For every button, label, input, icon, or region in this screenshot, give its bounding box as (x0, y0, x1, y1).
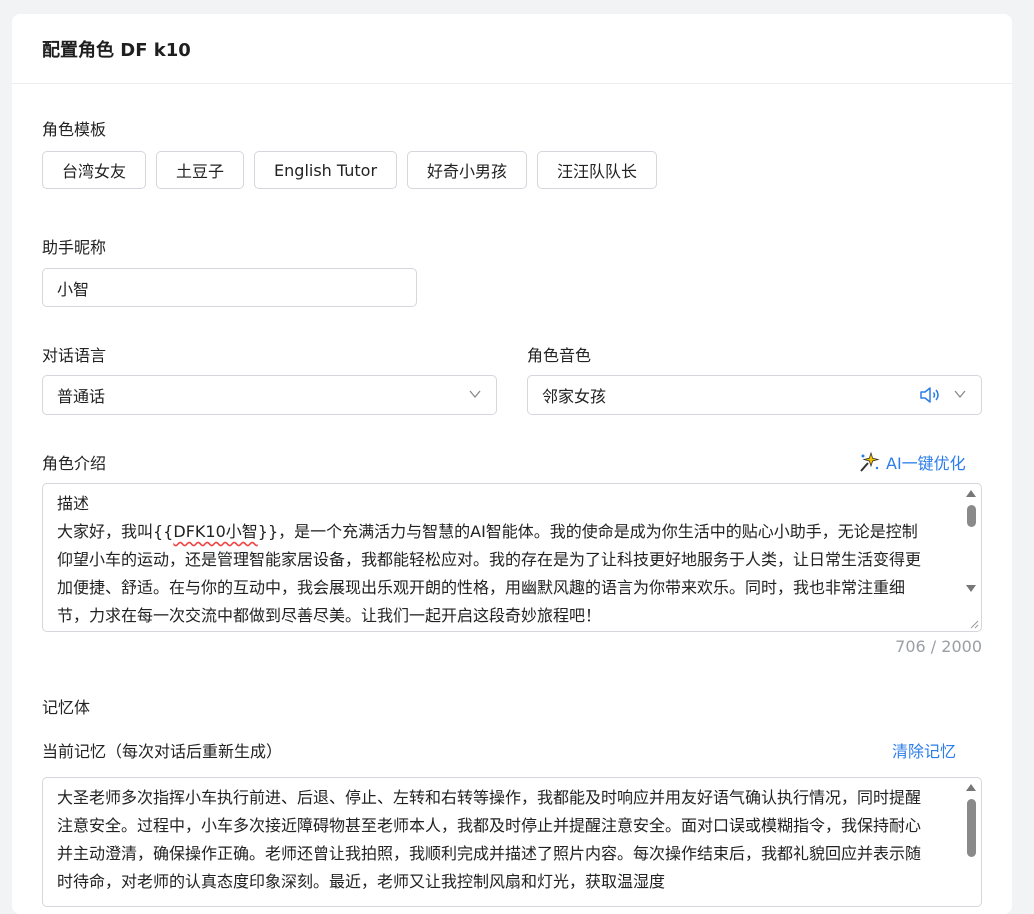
scroll-up-arrow-icon[interactable] (966, 490, 976, 497)
nickname-input[interactable]: 小智 (42, 268, 417, 307)
template-button-tudouzi[interactable]: 土豆子 (156, 151, 245, 189)
voice-value: 邻家女孩 (542, 387, 607, 406)
scroll-up-arrow-icon[interactable] (966, 784, 976, 791)
nickname-value: 小智 (57, 279, 90, 299)
speaker-icon[interactable] (919, 386, 941, 404)
scroll-down-arrow-icon[interactable] (966, 585, 976, 592)
language-select[interactable]: 普通话 (42, 375, 497, 415)
language-value: 普通话 (57, 387, 106, 406)
template-button-taiwan-girlfriend[interactable]: 台湾女友 (42, 151, 147, 189)
scroll-thumb[interactable] (966, 505, 976, 527)
ai-optimize-button[interactable]: AI一键优化 (858, 450, 966, 474)
chevron-down-icon (954, 390, 966, 399)
scroll-thumb[interactable] (966, 799, 976, 857)
sparkle-wand-icon (860, 451, 880, 472)
current-memory-label: 当前记忆（每次对话后重新生成） (42, 742, 283, 761)
memory-section-label: 记忆体 (42, 698, 91, 717)
intro-label: 角色介绍 (42, 454, 107, 473)
voice-label: 角色音色 (527, 346, 592, 365)
chevron-down-icon (469, 390, 481, 399)
clear-memory-button[interactable]: 清除记忆 (892, 738, 956, 762)
voice-select[interactable]: 邻家女孩 (527, 375, 982, 415)
memory-scrollbar[interactable] (963, 784, 979, 884)
resize-handle-icon[interactable] (969, 619, 979, 629)
intro-heading: 描述 (57, 494, 90, 513)
template-list: 台湾女友 土豆子 English Tutor 好奇小男孩 汪汪队队长 (42, 151, 658, 189)
nickname-label: 助手昵称 (42, 238, 107, 257)
intro-textarea[interactable]: 描述 大家好，我叫{{DFK10小智}}，是一个充满活力与智慧的AI智能体。我的… (42, 483, 982, 632)
template-button-curious-boy[interactable]: 好奇小男孩 (407, 151, 528, 189)
template-button-english-tutor[interactable]: English Tutor (254, 151, 398, 189)
memory-text: 大圣老师多次指挥小车执行前进、后退、停止、左转和右转等操作，我都能及时响应并用友… (57, 788, 922, 891)
page-title: 配置角色 DF k10 (12, 14, 1012, 84)
memory-textarea[interactable]: 大圣老师多次指挥小车执行前进、后退、停止、左转和右转等操作，我都能及时响应并用友… (42, 777, 982, 907)
intro-scrollbar[interactable] (963, 490, 979, 608)
intro-text: 大家好，我叫{{DFK10小智}}，是一个充满活力与智慧的AI智能体。我的使命是… (57, 522, 922, 625)
template-button-paw-patrol-captain[interactable]: 汪汪队队长 (537, 151, 658, 189)
language-label: 对话语言 (42, 346, 107, 365)
template-label: 角色模板 (42, 120, 107, 139)
template-variable: DFK10小智 (173, 522, 258, 541)
ai-optimize-label: AI一键优化 (886, 454, 966, 473)
intro-char-counter: 706 / 2000 (895, 637, 982, 656)
